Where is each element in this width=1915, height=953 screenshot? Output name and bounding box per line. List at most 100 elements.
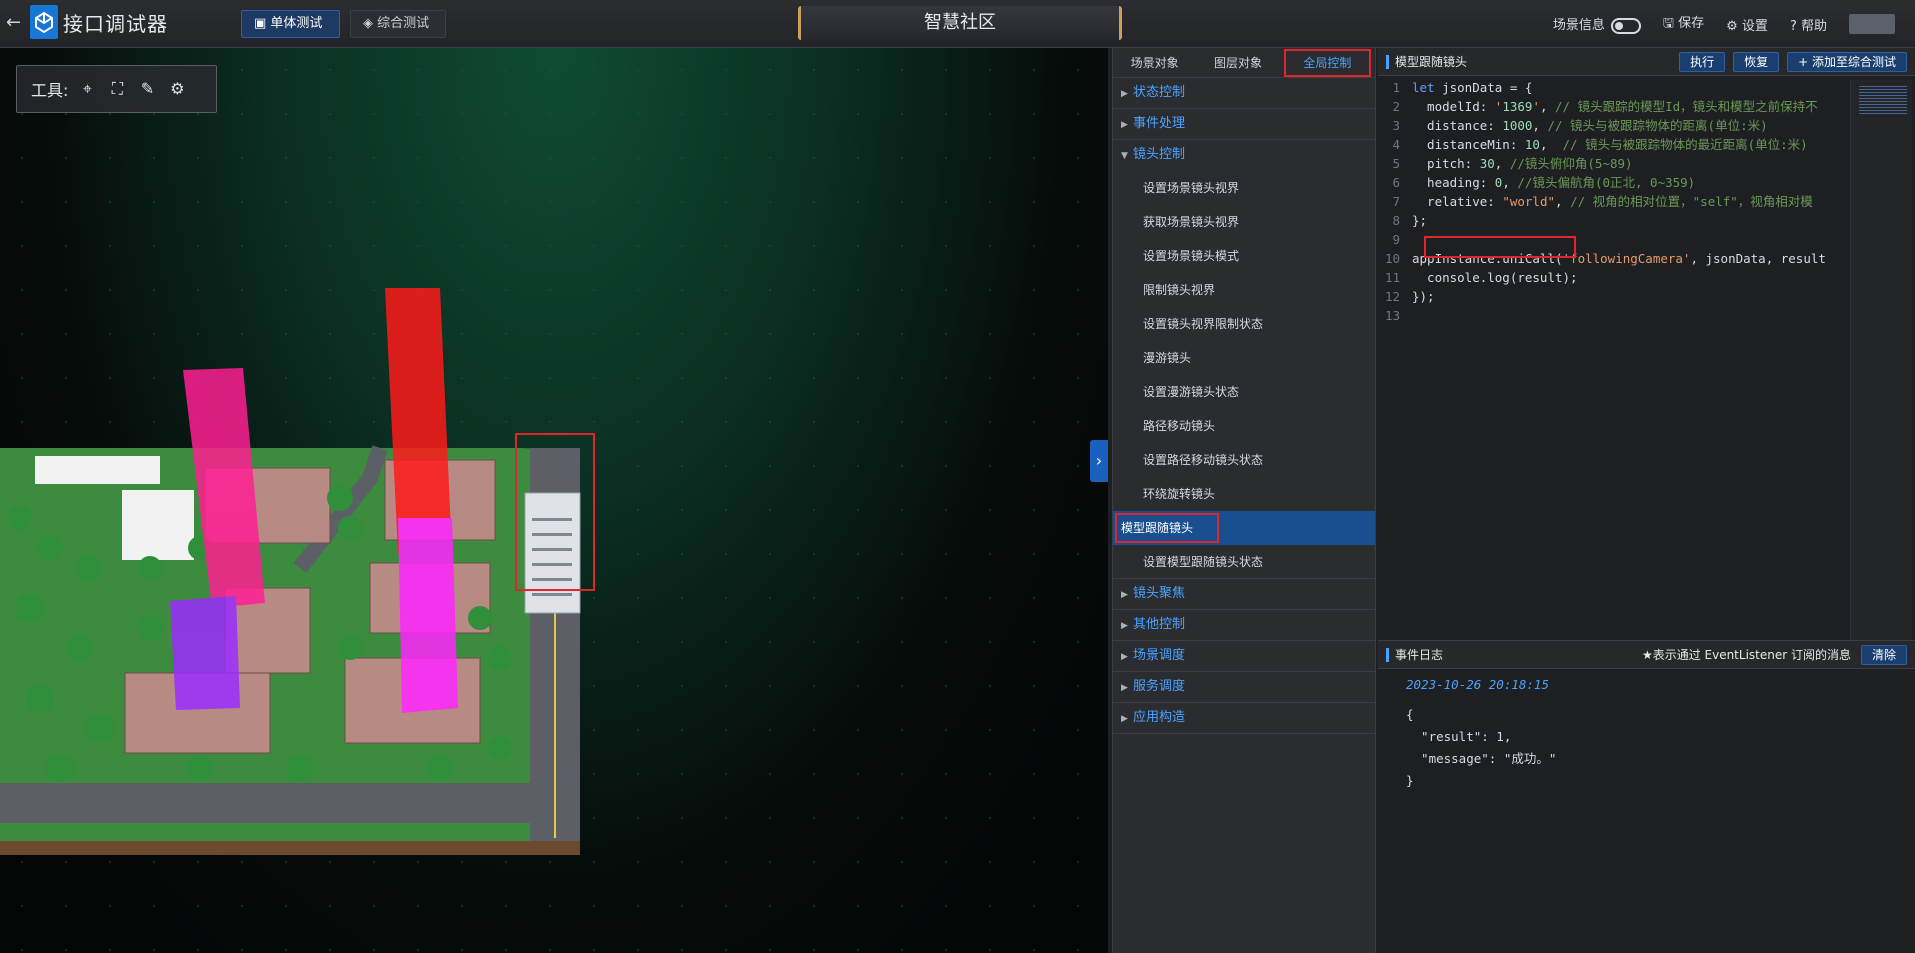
line-number: 12 (1384, 289, 1400, 304)
tab-scene-objects[interactable]: 场景对象 (1113, 48, 1196, 78)
run-button[interactable]: 执行 (1679, 51, 1726, 72)
code-text: distanceMin: 10, // 镜头与被跟踪物体的最近距离(单位:米) (1412, 137, 1808, 152)
category-scene-scheduling[interactable]: ▶ 场景调度 (1113, 641, 1375, 672)
menu-item[interactable]: 漫游镜头 (1113, 341, 1375, 375)
line-number: 5 (1392, 156, 1400, 171)
menu-item[interactable]: 限制镜头视界 (1113, 273, 1375, 307)
menu-item[interactable]: 设置模型跟随镜头状态 (1113, 545, 1375, 579)
add-to-combined-button[interactable]: + 添加至综合测试 (1787, 51, 1907, 72)
tab-global-control[interactable]: 全局控制 (1283, 48, 1371, 77)
menu-item[interactable]: 设置路径移动镜头状态 (1113, 443, 1375, 477)
line-number: 7 (1392, 194, 1400, 209)
app-title: 接口调试器 (63, 12, 168, 36)
event-timestamp: 2023-10-26 20:18:15 (1406, 677, 1549, 692)
menu-item[interactable]: 设置漫游镜头状态 (1113, 375, 1375, 409)
code-line: 3 distance: 1000, // 镜头与被跟踪物体的距离(单位:米) (1378, 116, 1838, 135)
category-service-scheduling[interactable]: ▶ 服务调度 (1113, 672, 1375, 703)
top-right-actions: 场景信息 🖫 保存 ⚙ 设置 ? 帮助 (1553, 0, 1915, 48)
category-app-construction[interactable]: ▶ 应用构造 (1113, 703, 1375, 734)
avatar[interactable] (1849, 14, 1895, 34)
minimap-lines (1859, 86, 1907, 116)
category-camera-control[interactable]: ▼ 镜头控制 (1113, 140, 1375, 171)
event-log-panel: 事件日志 ★表示通过 EventListener 订阅的消息 清除 2023-1… (1378, 640, 1915, 953)
code-text: console.log(result); (1412, 270, 1578, 285)
combined-test-button[interactable]: ◈ 综合测试 (350, 10, 446, 38)
settings-button[interactable]: ⚙ 设置 (1726, 15, 1768, 34)
category-state-control[interactable]: ▶ 状态控制 (1113, 78, 1375, 109)
line-number: 10 (1384, 251, 1400, 266)
back-button[interactable]: ← (6, 12, 26, 34)
menu-item[interactable]: 设置场景镜头模式 (1113, 239, 1375, 273)
menu-tabs: 场景对象 图层对象 全局控制 (1113, 48, 1375, 78)
menu-item[interactable]: 设置场景镜头视界 (1113, 171, 1375, 205)
menu-item[interactable]: 路径移动镜头 (1113, 409, 1375, 443)
line-number: 8 (1392, 213, 1400, 228)
scene-viewport[interactable]: 工具: ⌖ ⛶ ✎ ⚙ › (0, 48, 1108, 953)
editor-header: 模型跟随镜头 执行 恢复 + 添加至综合测试 (1378, 48, 1915, 76)
code-line: 6 heading: 0, //镜头偏航角(0正北, 0~359) (1378, 173, 1838, 192)
line-number: 3 (1392, 118, 1400, 133)
caret-right-icon: ▶ (1121, 621, 1128, 631)
code-text: }; (1412, 213, 1428, 228)
header-accent-bar (1386, 647, 1389, 662)
code-text: relative: "world", // 视角的相对位置，"self"，视角相… (1412, 194, 1813, 209)
caret-right-icon: ▶ (1121, 683, 1128, 693)
code-line: 2 modelId: '1369', // 镜头跟踪的模型Id，镜头和模型之前保… (1378, 97, 1838, 116)
single-test-button[interactable]: ▣ 单体测试 (241, 10, 340, 38)
scene-name: 智慧社区 (798, 6, 1122, 40)
combined-test-label: 综合测试 (377, 16, 430, 31)
menu-item[interactable]: 环绕旋转镜头 (1113, 477, 1375, 511)
category-label: 镜头聚焦 (1133, 586, 1186, 601)
code-line-relative: 7 relative: "world", // 视角的相对位置，"self"，视… (1378, 192, 1838, 211)
line-number: 2 (1392, 99, 1400, 114)
events-body: 2023-10-26 20:18:15 { "result": 1, "mess… (1378, 669, 1915, 792)
category-label: 其他控制 (1133, 617, 1186, 632)
tab-layer-objects[interactable]: 图层对象 (1196, 48, 1279, 78)
event-json-line: "message": "成功。" (1406, 751, 1557, 766)
header-accent-bar (1386, 54, 1389, 69)
highlight-box-target-model (515, 433, 595, 591)
caret-right-icon: ▶ (1121, 652, 1128, 662)
help-icon: ? (1789, 18, 1797, 34)
code-area[interactable]: 1 let jsonData = { 2 modelId: '1369', // … (1378, 78, 1838, 338)
code-line: 5 pitch: 30, //镜头俯仰角(5~89) (1378, 154, 1838, 173)
category-other-control[interactable]: ▶ 其他控制 (1113, 610, 1375, 641)
settings-label: 设置 (1741, 18, 1768, 34)
category-label: 场景调度 (1133, 648, 1186, 663)
event-json-line: } (1406, 773, 1414, 788)
line-number: 1 (1392, 80, 1400, 95)
category-label: 镜头控制 (1133, 147, 1186, 162)
events-header: 事件日志 ★表示通过 EventListener 订阅的消息 清除 (1378, 641, 1915, 669)
category-label: 状态控制 (1133, 85, 1186, 100)
category-label: 事件处理 (1133, 116, 1186, 131)
code-text: }); (1412, 289, 1435, 304)
menu-item[interactable]: 获取场景镜头视界 (1113, 205, 1375, 239)
clear-button[interactable]: 清除 (1860, 644, 1907, 665)
event-json-line: { (1406, 707, 1414, 722)
save-button[interactable]: 🖫 保存 (1663, 12, 1704, 36)
menu-item[interactable]: 设置镜头视界限制状态 (1113, 307, 1375, 341)
line-number: 4 (1392, 137, 1400, 152)
category-event-handling[interactable]: ▶ 事件处理 (1113, 109, 1375, 140)
category-camera-focus[interactable]: ▶ 镜头聚焦 (1113, 579, 1375, 610)
code-minimap[interactable] (1850, 80, 1912, 640)
code-text: heading: 0, //镜头偏航角(0正北, 0~359) (1412, 175, 1696, 190)
scene-info-toggle[interactable]: 场景信息 (1553, 14, 1641, 34)
menu-item-model-follow-camera[interactable]: 模型跟随镜头 (1113, 511, 1375, 545)
expand-panel-chevron-icon[interactable]: › (1090, 440, 1108, 482)
caret-right-icon: ▶ (1121, 590, 1128, 600)
top-bar: ← 接口调试器 ▣ 单体测试 ◈ 综合测试 智慧社区 场景信息 🖫 保存 ⚙ 设… (0, 0, 1915, 48)
help-button[interactable]: ? 帮助 (1790, 15, 1827, 34)
code-line: 11 console.log(result); (1378, 268, 1838, 287)
caret-down-icon: ▼ (1121, 151, 1128, 161)
single-test-label: 单体测试 (270, 16, 323, 31)
restore-button[interactable]: 恢复 (1733, 51, 1780, 72)
editor-title: 模型跟随镜头 (1395, 55, 1468, 69)
line-number: 13 (1384, 308, 1400, 323)
event-json-line: "result": 1, (1406, 729, 1512, 744)
line-number: 6 (1392, 175, 1400, 190)
code-editor-panel: 模型跟随镜头 执行 恢复 + 添加至综合测试 1 let jsonData = {… (1378, 48, 1915, 640)
save-icon: 🖫 (1662, 16, 1674, 31)
category-label: 应用构造 (1133, 710, 1186, 725)
category-label: 服务调度 (1133, 679, 1186, 694)
